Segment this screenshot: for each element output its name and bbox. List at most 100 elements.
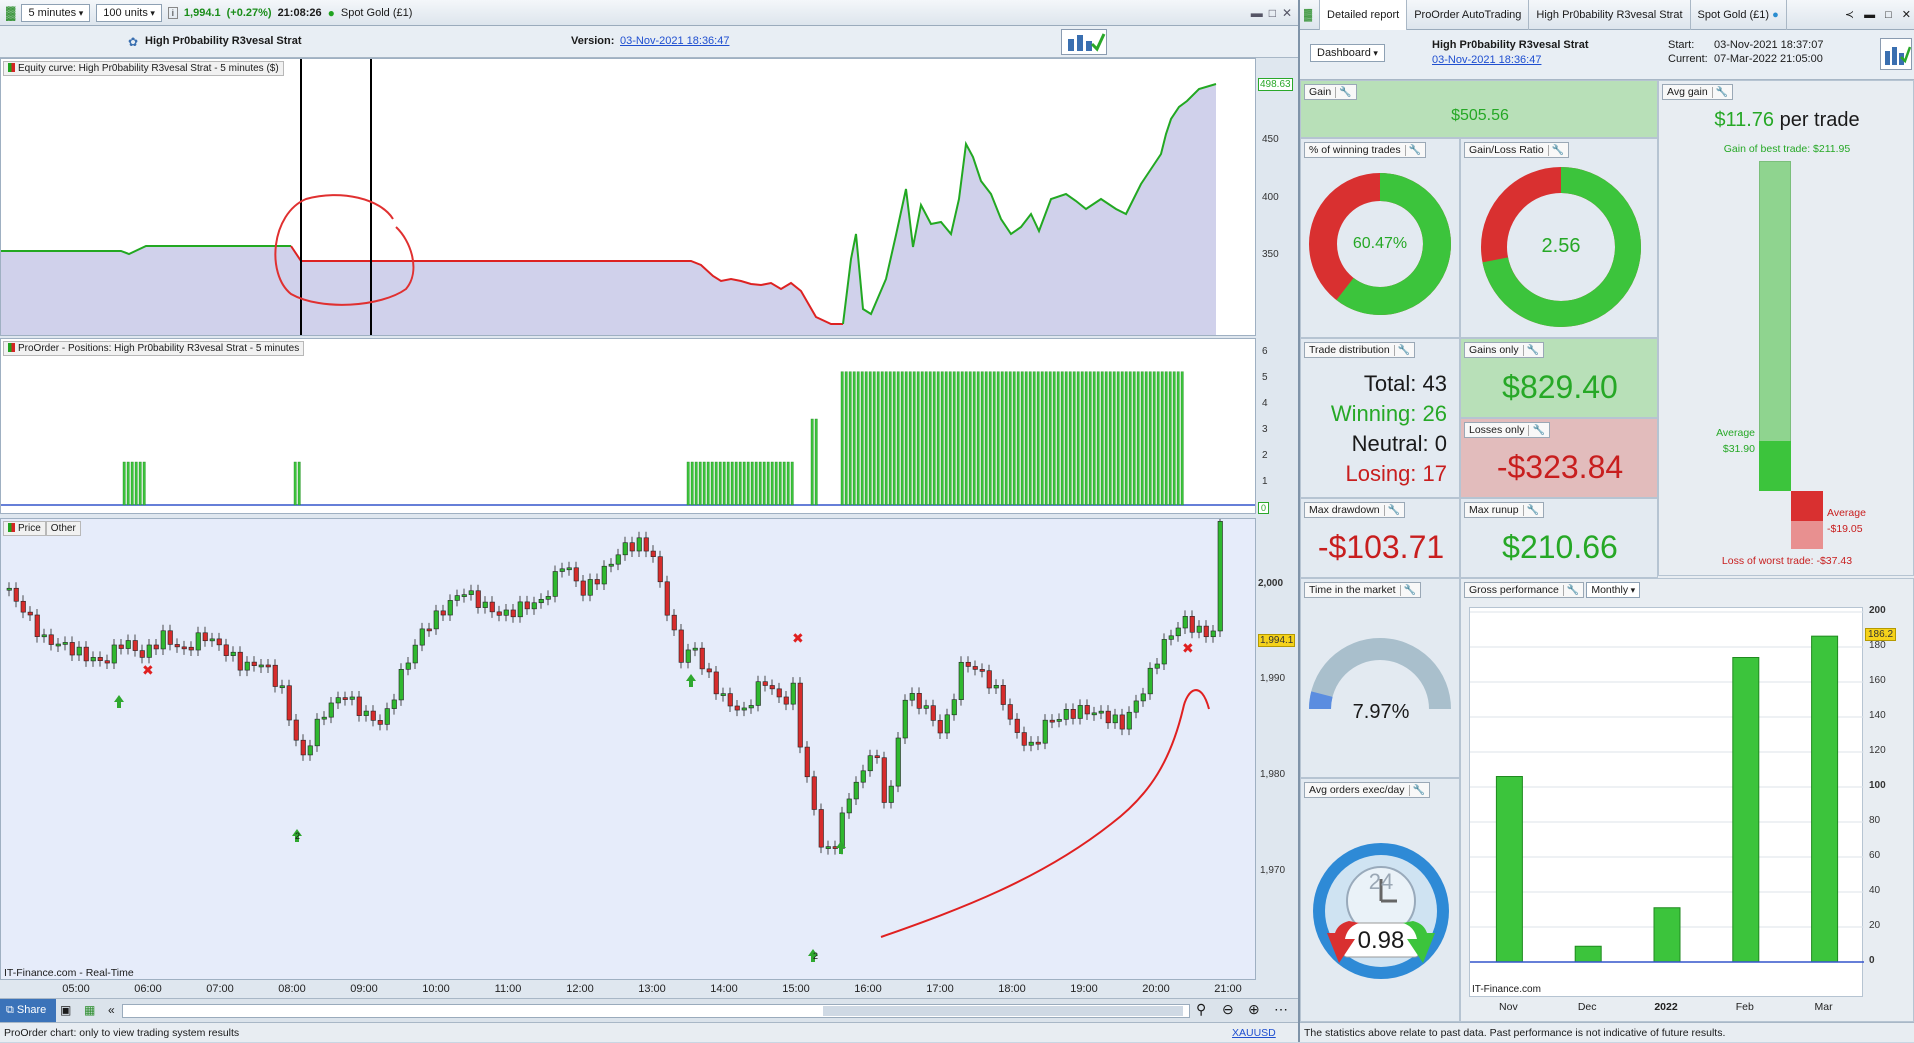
zoom-fit-icon[interactable]: ⚲ [1196, 1001, 1206, 1018]
maximize-icon[interactable]: □ [1880, 9, 1897, 21]
position-bar [968, 371, 972, 506]
position-bar [1104, 371, 1108, 506]
candle [230, 651, 236, 656]
max-drawdown-label[interactable]: Max drawdown 🔧 [1304, 502, 1406, 518]
gain-loss-ratio-label[interactable]: Gain/Loss Ratio 🔧 [1464, 142, 1570, 158]
strategy-bar: ✿ High Pr0bability R3vesal Strat Version… [0, 26, 1298, 58]
candle [1021, 732, 1027, 746]
gain-tile: Gain 🔧 $505.56 [1300, 80, 1658, 138]
price-last-tag: 1,994.1 [1258, 634, 1296, 647]
zoom-out-icon[interactable]: ⊖ [1222, 1001, 1234, 1018]
perf-y-tick: 40 [1869, 885, 1881, 896]
avg-gain-bar-label: Average [1716, 427, 1755, 439]
tab-detailed-report[interactable]: Detailed report [1320, 0, 1408, 30]
losses-only-label[interactable]: Losses only 🔧 [1464, 422, 1550, 438]
candle [1098, 710, 1104, 714]
candle [909, 693, 915, 701]
zoom-in-icon[interactable]: ⊕ [1248, 1001, 1260, 1018]
position-bar [888, 371, 892, 506]
position-bar [1132, 371, 1136, 506]
perf-x-tick: Feb [1735, 1001, 1754, 1013]
close-icon[interactable]: ✕ [1897, 8, 1914, 21]
candle [706, 668, 712, 673]
perf-last-value-tag: 186.2 [1865, 628, 1897, 642]
candle [811, 776, 817, 810]
info-icon[interactable]: i [167, 6, 178, 19]
position-bar [1080, 371, 1084, 506]
position-bar [694, 461, 698, 506]
gains-only-label[interactable]: Gains only 🔧 [1464, 342, 1545, 358]
dashboard-dropdown[interactable]: Dashboard [1310, 44, 1385, 62]
tab-strategy[interactable]: High Pr0bability R3vesal Strat [1529, 0, 1691, 30]
tab-instrument[interactable]: Spot Gold (£1) ● [1691, 0, 1787, 30]
clock-number: 24 [1368, 869, 1394, 894]
report-chart-icon[interactable] [1880, 38, 1912, 70]
position-bar [992, 371, 996, 506]
gain-label[interactable]: Gain 🔧 [1304, 84, 1357, 100]
wrench-icon: 🔧 [1335, 87, 1352, 98]
more-icon[interactable]: ⋯ [1274, 1001, 1288, 1018]
positions-tick: 4 [1262, 398, 1268, 409]
report-chart-icon[interactable] [1061, 29, 1107, 55]
position-bar [710, 461, 714, 506]
position-bar [1124, 371, 1128, 506]
chart-window: ▓ 5 minutes 100 units i 1,994.1 (+0.27%)… [0, 0, 1298, 1042]
time-in-market-label[interactable]: Time in the market 🔧 [1304, 582, 1422, 598]
horizontal-scrollbar[interactable] [122, 1004, 1190, 1018]
avg-gain-label[interactable]: Avg gain 🔧 [1662, 84, 1734, 100]
max-drawdown-value: -$103.71 [1317, 529, 1445, 565]
candle [118, 644, 124, 649]
winning-pct-label[interactable]: % of winning trades 🔧 [1304, 142, 1427, 158]
symbol-link[interactable]: XAUUSD [1232, 1023, 1276, 1043]
units-dropdown[interactable]: 100 units [96, 3, 162, 22]
gain-loss-ratio-tile: Gain/Loss Ratio 🔧 2.56 [1460, 138, 1658, 338]
camera-icon[interactable]: ▣ [60, 1003, 71, 1017]
avg-orders-label[interactable]: Avg orders exec/day 🔧 [1304, 782, 1430, 798]
trade-distribution-label[interactable]: Trade distribution 🔧 [1304, 342, 1416, 358]
report-version-link[interactable]: 03-Nov-2021 18:36:47 [1432, 54, 1541, 66]
version-date-link[interactable]: 03-Nov-2021 18:36:47 [620, 35, 729, 47]
close-icon[interactable]: ✕ [1282, 6, 1292, 20]
candle [979, 669, 985, 672]
share-button[interactable]: ⧉ Share [0, 999, 56, 1022]
scroll-left-fast-icon[interactable]: « [108, 1003, 115, 1017]
position-bar [142, 461, 146, 506]
candle [594, 579, 600, 585]
candle [370, 710, 376, 721]
position-bar [786, 461, 790, 506]
gross-performance-plot: IT-Finance.com [1469, 607, 1864, 997]
position-bar [122, 461, 126, 506]
maximize-icon[interactable]: □ [1269, 6, 1276, 20]
positions-y-axis: 6 5 4 3 2 1 0 [1258, 338, 1298, 514]
position-bar [790, 461, 794, 506]
price-tab[interactable]: Price [3, 521, 46, 536]
equity-tick: 400 [1262, 192, 1279, 203]
max-runup-label[interactable]: Max runup 🔧 [1464, 502, 1545, 518]
gross-performance-label[interactable]: Gross performance 🔧 [1464, 582, 1585, 598]
position-bar [738, 461, 742, 506]
share-icon[interactable]: ≺ [1840, 8, 1859, 21]
minimize-icon[interactable]: ▬ [1859, 9, 1880, 21]
candle [398, 669, 404, 701]
settings-icon[interactable]: ▦ [84, 1003, 95, 1017]
equity-last-value-tag: 498.63 [1258, 78, 1293, 91]
scrollbar-thumb[interactable] [823, 1006, 1183, 1016]
candle [419, 628, 425, 646]
position-bar [924, 371, 928, 506]
other-tab[interactable]: Other [45, 521, 81, 536]
position-bar [1008, 371, 1012, 506]
position-bar [980, 371, 984, 506]
candle [524, 601, 530, 610]
avg-loss-bar [1791, 491, 1823, 521]
timeframe-dropdown[interactable]: 5 minutes [21, 3, 91, 22]
position-bar [1016, 371, 1020, 506]
max-drawdown-tile: Max drawdown 🔧 -$103.71 [1300, 498, 1460, 578]
candle [1049, 719, 1055, 723]
avg-gain-headline: $11.76 per trade [1714, 109, 1860, 131]
minimize-icon[interactable]: ▬ [1251, 6, 1263, 20]
tab-proorder-autotrading[interactable]: ProOrder AutoTrading [1407, 0, 1530, 30]
period-dropdown[interactable]: Monthly [1586, 582, 1641, 598]
position-bar [996, 371, 1000, 506]
report-app-icon: ▓ [1300, 0, 1321, 30]
wrench-icon: 🔧 [1528, 425, 1545, 436]
